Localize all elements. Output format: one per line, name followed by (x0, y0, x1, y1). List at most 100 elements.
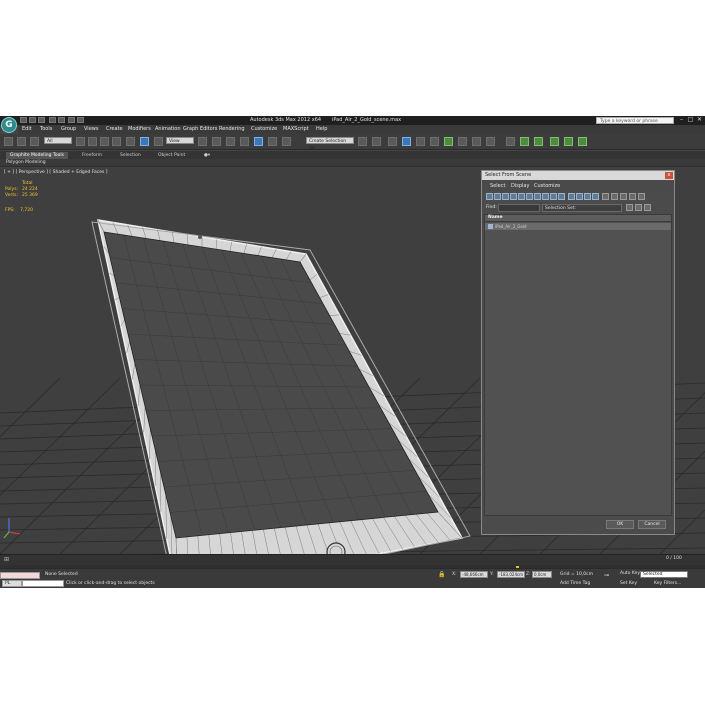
display-cameras-icon[interactable] (510, 193, 517, 200)
maximize-icon[interactable]: □ (686, 116, 695, 124)
menu-create[interactable]: Create (106, 126, 123, 132)
snap-toggle-icon[interactable] (240, 137, 249, 146)
ribbon-options-icon[interactable]: ●▾ (200, 152, 214, 159)
select-none-icon[interactable] (611, 193, 618, 200)
menu-modifiers[interactable]: Modifiers (128, 126, 151, 132)
key-selection-dropdown[interactable]: Selected (640, 571, 688, 578)
curve-editor-icon[interactable] (416, 137, 425, 146)
plugin-b-icon[interactable] (564, 137, 573, 146)
new-file-icon[interactable] (20, 117, 27, 123)
maxscript-input[interactable] (22, 580, 64, 587)
timeline-toggle-icon[interactable]: ⊞ (4, 556, 9, 563)
time-slider[interactable]: ⊞ 0 / 100 (0, 554, 705, 565)
display-helpers-icon[interactable] (518, 193, 525, 200)
display-containers-icon[interactable] (558, 193, 565, 200)
scene-object-list[interactable]: Name iPad_Air_2_Gold (484, 214, 672, 516)
fetch-icon[interactable] (77, 117, 84, 123)
menu-customize[interactable]: Customize (251, 126, 277, 132)
manipulate-icon[interactable] (212, 137, 221, 146)
menu-help[interactable]: Help (316, 126, 327, 132)
minimize-icon[interactable]: – (677, 116, 686, 124)
frame-counter[interactable]: 0 / 100 (666, 556, 682, 561)
menu-group[interactable]: Group (61, 126, 76, 132)
app-logo-icon[interactable]: G (1, 117, 17, 133)
menu-edit[interactable]: Edit (22, 126, 32, 132)
named-selection-dropdown[interactable]: Create Selection Se (306, 137, 354, 151)
close-icon[interactable]: ✕ (695, 116, 704, 124)
filter-icon[interactable] (629, 193, 636, 200)
unlink-icon[interactable] (30, 137, 39, 146)
dialog-menu-customize[interactable]: Customize (534, 183, 560, 189)
y-coordinate-field[interactable]: -183,024cm (497, 571, 525, 578)
column-name-header[interactable]: Name (488, 215, 503, 220)
selection-set-edit-icon[interactable] (626, 204, 633, 211)
selection-filter-dropdown[interactable]: All (44, 137, 72, 144)
display-bones-icon[interactable] (550, 193, 557, 200)
keyboard-shortcut-icon[interactable] (226, 137, 235, 146)
viewport-label[interactable]: [ + ] [ Perspective ] [ Shaded + Edged F… (4, 170, 108, 175)
listener-tab[interactable]: PL (2, 580, 22, 587)
viewport-layout-icon[interactable] (534, 137, 543, 146)
menu-rendering[interactable]: Rendering (219, 126, 245, 132)
dialog-menu-display[interactable]: Display (511, 183, 529, 189)
render-setup-icon[interactable] (458, 137, 467, 146)
dialog-menu-select[interactable]: Select (490, 183, 505, 189)
scene-explorer-icon[interactable] (520, 137, 529, 146)
list-header[interactable]: Name (485, 215, 671, 222)
graphite-toggle-icon[interactable] (402, 137, 411, 146)
selection-set-dropdown[interactable]: Selection Set: (542, 204, 622, 212)
reference-coordinate-dropdown[interactable]: View (166, 137, 194, 144)
menu-tools[interactable]: Tools (40, 126, 52, 132)
display-geometry-icon[interactable] (486, 193, 493, 200)
tab-freeform[interactable]: Freeform (78, 152, 106, 159)
display-all-icon[interactable] (584, 193, 591, 200)
display-shapes-icon[interactable] (494, 193, 501, 200)
selection-set-add-icon[interactable] (635, 204, 642, 211)
dialog-title[interactable]: Select From Scene (482, 171, 674, 180)
render-production-icon[interactable] (486, 137, 495, 146)
display-spacewarps-icon[interactable] (526, 193, 533, 200)
display-lights-icon[interactable] (502, 193, 509, 200)
help-search-input[interactable]: Type a keyword or phrase (596, 117, 674, 124)
plugin-c-icon[interactable] (578, 137, 587, 146)
list-item[interactable]: iPad_Air_2_Gold (485, 223, 671, 230)
tab-graphite-modeling-tools[interactable]: Graphite Modeling Tools (6, 152, 69, 159)
redo-icon[interactable] (58, 117, 65, 123)
undo-tool-icon[interactable] (4, 137, 13, 146)
save-file-icon[interactable] (38, 117, 45, 123)
display-none-icon[interactable] (592, 193, 599, 200)
dialog-close-icon[interactable]: x (665, 172, 673, 179)
percent-snap-icon[interactable] (268, 137, 277, 146)
add-time-tag[interactable]: Add Time Tag (560, 581, 590, 586)
menu-animation[interactable]: Animation (155, 126, 181, 132)
mirror-icon[interactable] (358, 137, 367, 146)
polygon-modeling-label[interactable]: Polygon Modeling (6, 160, 46, 165)
tab-object-paint[interactable]: Object Paint (154, 152, 189, 159)
scale-icon[interactable] (154, 137, 163, 146)
menu-maxscript[interactable]: MAXScript (283, 126, 309, 132)
set-key-button[interactable]: Set Key (620, 581, 637, 586)
plugin-a-icon[interactable] (550, 137, 559, 146)
menu-graph-editors[interactable]: Graph Editors (183, 126, 217, 132)
region-select-icon[interactable] (100, 137, 109, 146)
menu-views[interactable]: Views (84, 126, 98, 132)
display-frozen-icon[interactable] (568, 193, 575, 200)
display-groups-icon[interactable] (534, 193, 541, 200)
lock-selection-icon[interactable]: 🔒 (438, 571, 445, 578)
selection-set-remove-icon[interactable] (644, 204, 651, 211)
key-icon[interactable]: ⊸ (604, 573, 614, 579)
spinner-snap-icon[interactable] (282, 137, 291, 146)
auto-key-button[interactable]: Auto Key (620, 571, 640, 576)
display-hidden-icon[interactable] (576, 193, 583, 200)
maxscript-listener-mini[interactable] (0, 572, 40, 579)
container-icon[interactable] (506, 137, 515, 146)
key-filters-button[interactable]: Key Filters... (654, 581, 681, 586)
open-file-icon[interactable] (29, 117, 36, 123)
rendered-frame-icon[interactable] (472, 137, 481, 146)
schematic-view-icon[interactable] (430, 137, 439, 146)
undo-icon[interactable] (49, 117, 56, 123)
z-coordinate-field[interactable]: 0,0cm (532, 571, 552, 578)
sort-icon[interactable] (638, 193, 645, 200)
find-input[interactable] (498, 204, 540, 212)
ok-button[interactable]: OK (606, 520, 634, 529)
